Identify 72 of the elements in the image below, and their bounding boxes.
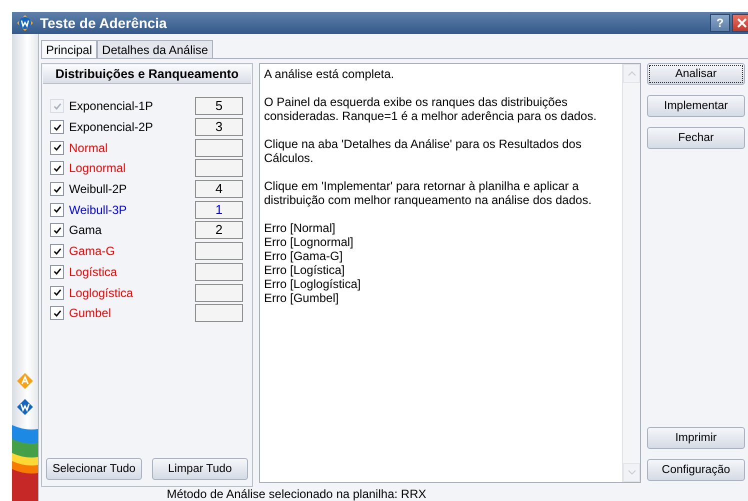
rank-field <box>195 304 243 322</box>
checkbox[interactable] <box>50 286 64 300</box>
action-button[interactable]: Imprimir <box>647 427 745 449</box>
rank-field: 5 <box>195 97 243 116</box>
rank-field: 3 <box>195 118 243 136</box>
chevron-up-icon <box>628 71 636 76</box>
rank-field <box>195 242 243 260</box>
error-line: Erro [Logística] <box>264 263 346 277</box>
distribution-label: Gama-G <box>69 244 116 258</box>
check-icon <box>52 226 62 235</box>
tab[interactable]: Detalhes da Análise <box>97 40 214 58</box>
distribution-label: Gama <box>69 223 103 238</box>
action-button[interactable]: Implementar <box>647 95 745 117</box>
distribution-label: Lognormal <box>69 161 127 176</box>
chevron-down-icon <box>628 470 636 475</box>
check-icon <box>52 143 62 152</box>
distribution-label: Weibull-2P <box>69 182 128 196</box>
error-line: Erro [Loglogística] <box>264 277 362 291</box>
check-icon <box>52 102 62 111</box>
checkbox[interactable] <box>50 140 64 155</box>
distribution-label: Exponencial-1P <box>69 99 154 114</box>
close-icon <box>737 18 747 28</box>
panel-button[interactable]: Limpar Tudo <box>152 458 248 480</box>
error-line: Erro [Gumbel] <box>264 291 340 305</box>
distribution-label: Exponencial-2P <box>69 120 154 134</box>
checkbox[interactable] <box>50 306 64 320</box>
result-paragraph: Clique na aba 'Detalhes da Análise' para os Resultados dos Cálculos. <box>264 137 582 165</box>
rank-field: 2 <box>195 221 243 240</box>
result-paragraph: O Painel da esquerda exibe os ranques das distribuições consideradas. Ranque=1 é a melhor aderência para os dados. <box>264 95 598 123</box>
distribution-label: Loglogística <box>69 286 134 300</box>
distribution-label: Normal <box>69 140 109 155</box>
checkbox[interactable] <box>50 244 64 258</box>
check-icon <box>52 267 62 276</box>
checkbox[interactable] <box>50 182 64 196</box>
check-icon <box>52 246 62 256</box>
action-button[interactable]: Fechar <box>647 127 745 149</box>
error-line: Erro [Gama-G] <box>264 249 344 263</box>
panel-button[interactable]: Selecionar Tudo <box>46 458 142 480</box>
tab[interactable]: Principal <box>41 40 98 58</box>
check-icon <box>52 308 62 318</box>
checkbox[interactable] <box>50 202 64 217</box>
app-logo-icon <box>16 14 34 32</box>
distribution-label: Weibull-3P <box>69 202 128 217</box>
rank-field <box>195 159 243 178</box>
rank-field <box>195 138 243 157</box>
result-paragraph: Clique em 'Implementar' para retornar à planilha e aplicar a distribuição com melhor ranqueamento na análise dos dados. <box>264 179 593 207</box>
check-icon <box>52 122 62 132</box>
result-paragraph: A análise está completa. <box>264 67 396 81</box>
checkbox[interactable] <box>50 264 64 279</box>
status-text: Método de Análise selecionado na planilha: RRX <box>166 487 426 501</box>
checkbox[interactable] <box>50 223 64 238</box>
rank-field <box>195 262 243 281</box>
check-icon <box>52 184 62 194</box>
rank-field: 1 <box>195 200 243 219</box>
close-button[interactable] <box>732 14 748 32</box>
distribution-label: Logística <box>69 264 118 279</box>
action-button[interactable]: Configuração <box>647 459 745 481</box>
check-icon <box>52 288 62 298</box>
check-icon <box>52 164 62 173</box>
action-button[interactable]: Analisar <box>647 63 745 85</box>
letter-w-logo-icon <box>17 399 33 415</box>
error-line: Erro [Lognormal] <box>264 235 354 249</box>
panel-header: Distribuições e Ranqueamento <box>43 65 251 84</box>
rank-field <box>195 284 243 302</box>
check-icon <box>52 205 62 214</box>
letter-a-logo-icon <box>17 373 33 389</box>
window-title: Teste de Aderência <box>40 15 167 31</box>
rank-field: 4 <box>195 180 243 198</box>
checkbox[interactable] <box>50 161 64 176</box>
distribution-label: Gumbel <box>69 306 112 320</box>
checkbox[interactable] <box>50 120 64 134</box>
error-line: Erro [Normal] <box>264 221 336 235</box>
